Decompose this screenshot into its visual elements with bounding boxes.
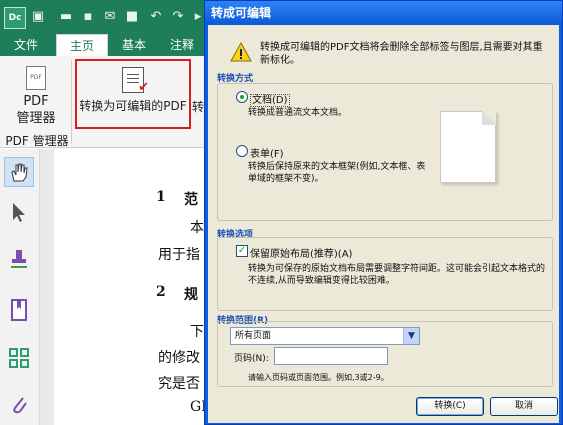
form-option-description: 转换后保持原来的文本框架(例如,文本框、表单域的框架不变)。 [248,162,426,184]
paragraph-line: 究是否 [158,376,200,392]
tab-annotate[interactable]: 注释 [160,34,204,56]
redo-icon[interactable]: ↷ [170,9,186,25]
pdf-manager-group-label: PDF 管理器 [5,134,69,148]
document-option-description: 转换成普通流文本文档。 [248,108,348,118]
form-option-label[interactable]: 表单(F) [250,145,284,160]
cancel-button[interactable]: 取消 [490,397,558,416]
dialog-title[interactable]: 转成可编辑 [205,1,562,25]
pages-hint: 请输入页码或页面范围。例如,3或2-9。 [248,373,389,382]
heading-number-1: 1 [156,189,166,205]
tab-file[interactable]: 文件 [0,34,52,56]
pdf-manager-line1: PDF [23,94,49,109]
convert-dialog: 转成可编辑 转换成可编辑的PDF文档将会删除全部标签与图层,且需要对其重新标化。… [204,0,563,425]
keep-layout-description: 转换为可保存的原始文档布局需要调整字符间距。这可能会引起文本格式的不连续,从而导… [248,264,546,286]
page-range-select[interactable]: 所有页面 ▼ [230,327,420,345]
heading-text-1: 范 [184,192,198,208]
open-folder-icon[interactable]: ▬ [58,9,74,25]
app-logo: Dc [4,7,26,29]
ribbon-separator [71,60,72,144]
page-range-selected: 所有页面 [235,331,272,341]
save-icon[interactable]: ▪ [80,9,96,25]
stamp-icon[interactable] [4,245,34,275]
document-option-label[interactable]: 文档(D) [250,91,290,107]
select-arrow-icon[interactable] [4,197,34,227]
warning-message: 转换成可编辑的PDF文档将会删除全部标签与图层,且需要对其重新标化。 [260,42,543,66]
convert-button-label: 转换为可编辑的PDF [79,99,187,113]
convert-to-editable-pdf-button[interactable]: ✔ 转换为可编辑的PDF [75,59,191,129]
page-preview-image [440,111,496,183]
paragraph-line: 的修改 [158,350,200,366]
tool-rail [0,149,40,425]
pdf-document-icon: PDF [26,66,46,90]
document-radio[interactable] [236,91,248,103]
bookmark-icon[interactable] [4,295,34,325]
paragraph-line: 下 [190,324,204,340]
chevron-down-icon[interactable]: ▼ [403,328,419,344]
paragraph-line: 用于指 [158,247,200,263]
keep-layout-checkbox[interactable]: ✓ [236,245,248,257]
heading-number-2: 2 [156,284,166,300]
form-radio[interactable] [236,145,248,157]
warning-icon [230,41,252,63]
paragraph-line: 本 [190,220,204,236]
thumbnails-icon[interactable] [4,343,34,373]
pdf-manager-line2: 管理器 [16,111,56,126]
attachment-icon[interactable] [4,389,34,419]
keep-layout-label[interactable]: 保留原始布局(推荐)(A) [250,245,352,260]
pages-input[interactable] [274,347,388,365]
dialog-body: 转换成可编辑的PDF文档将会删除全部标签与图层,且需要对其重新标化。 转换方式 … [208,25,559,423]
email-icon[interactable]: ✉ [102,9,118,25]
document-page: 1 范 本 用于指 2 规 下 的修改 究是否 GE [40,149,211,425]
pdf-manager-button[interactable]: PDF PDF 管理器 [2,66,70,128]
clipped-ribbon-text: 转 [192,100,205,114]
new-document-icon[interactable]: ▣ [30,9,46,25]
print-icon[interactable]: ■ [124,9,140,25]
editable-document-icon: ✔ [122,67,149,95]
heading-text-2: 规 [184,287,198,303]
undo-icon[interactable]: ↶ [148,9,164,25]
pages-label: 页码(N): [234,354,269,364]
tab-basic[interactable]: 基本 [110,34,158,56]
hand-tool-icon[interactable] [4,157,34,187]
convert-button[interactable]: 转换(C) [416,397,484,416]
tab-home[interactable]: 主页 [56,34,108,56]
